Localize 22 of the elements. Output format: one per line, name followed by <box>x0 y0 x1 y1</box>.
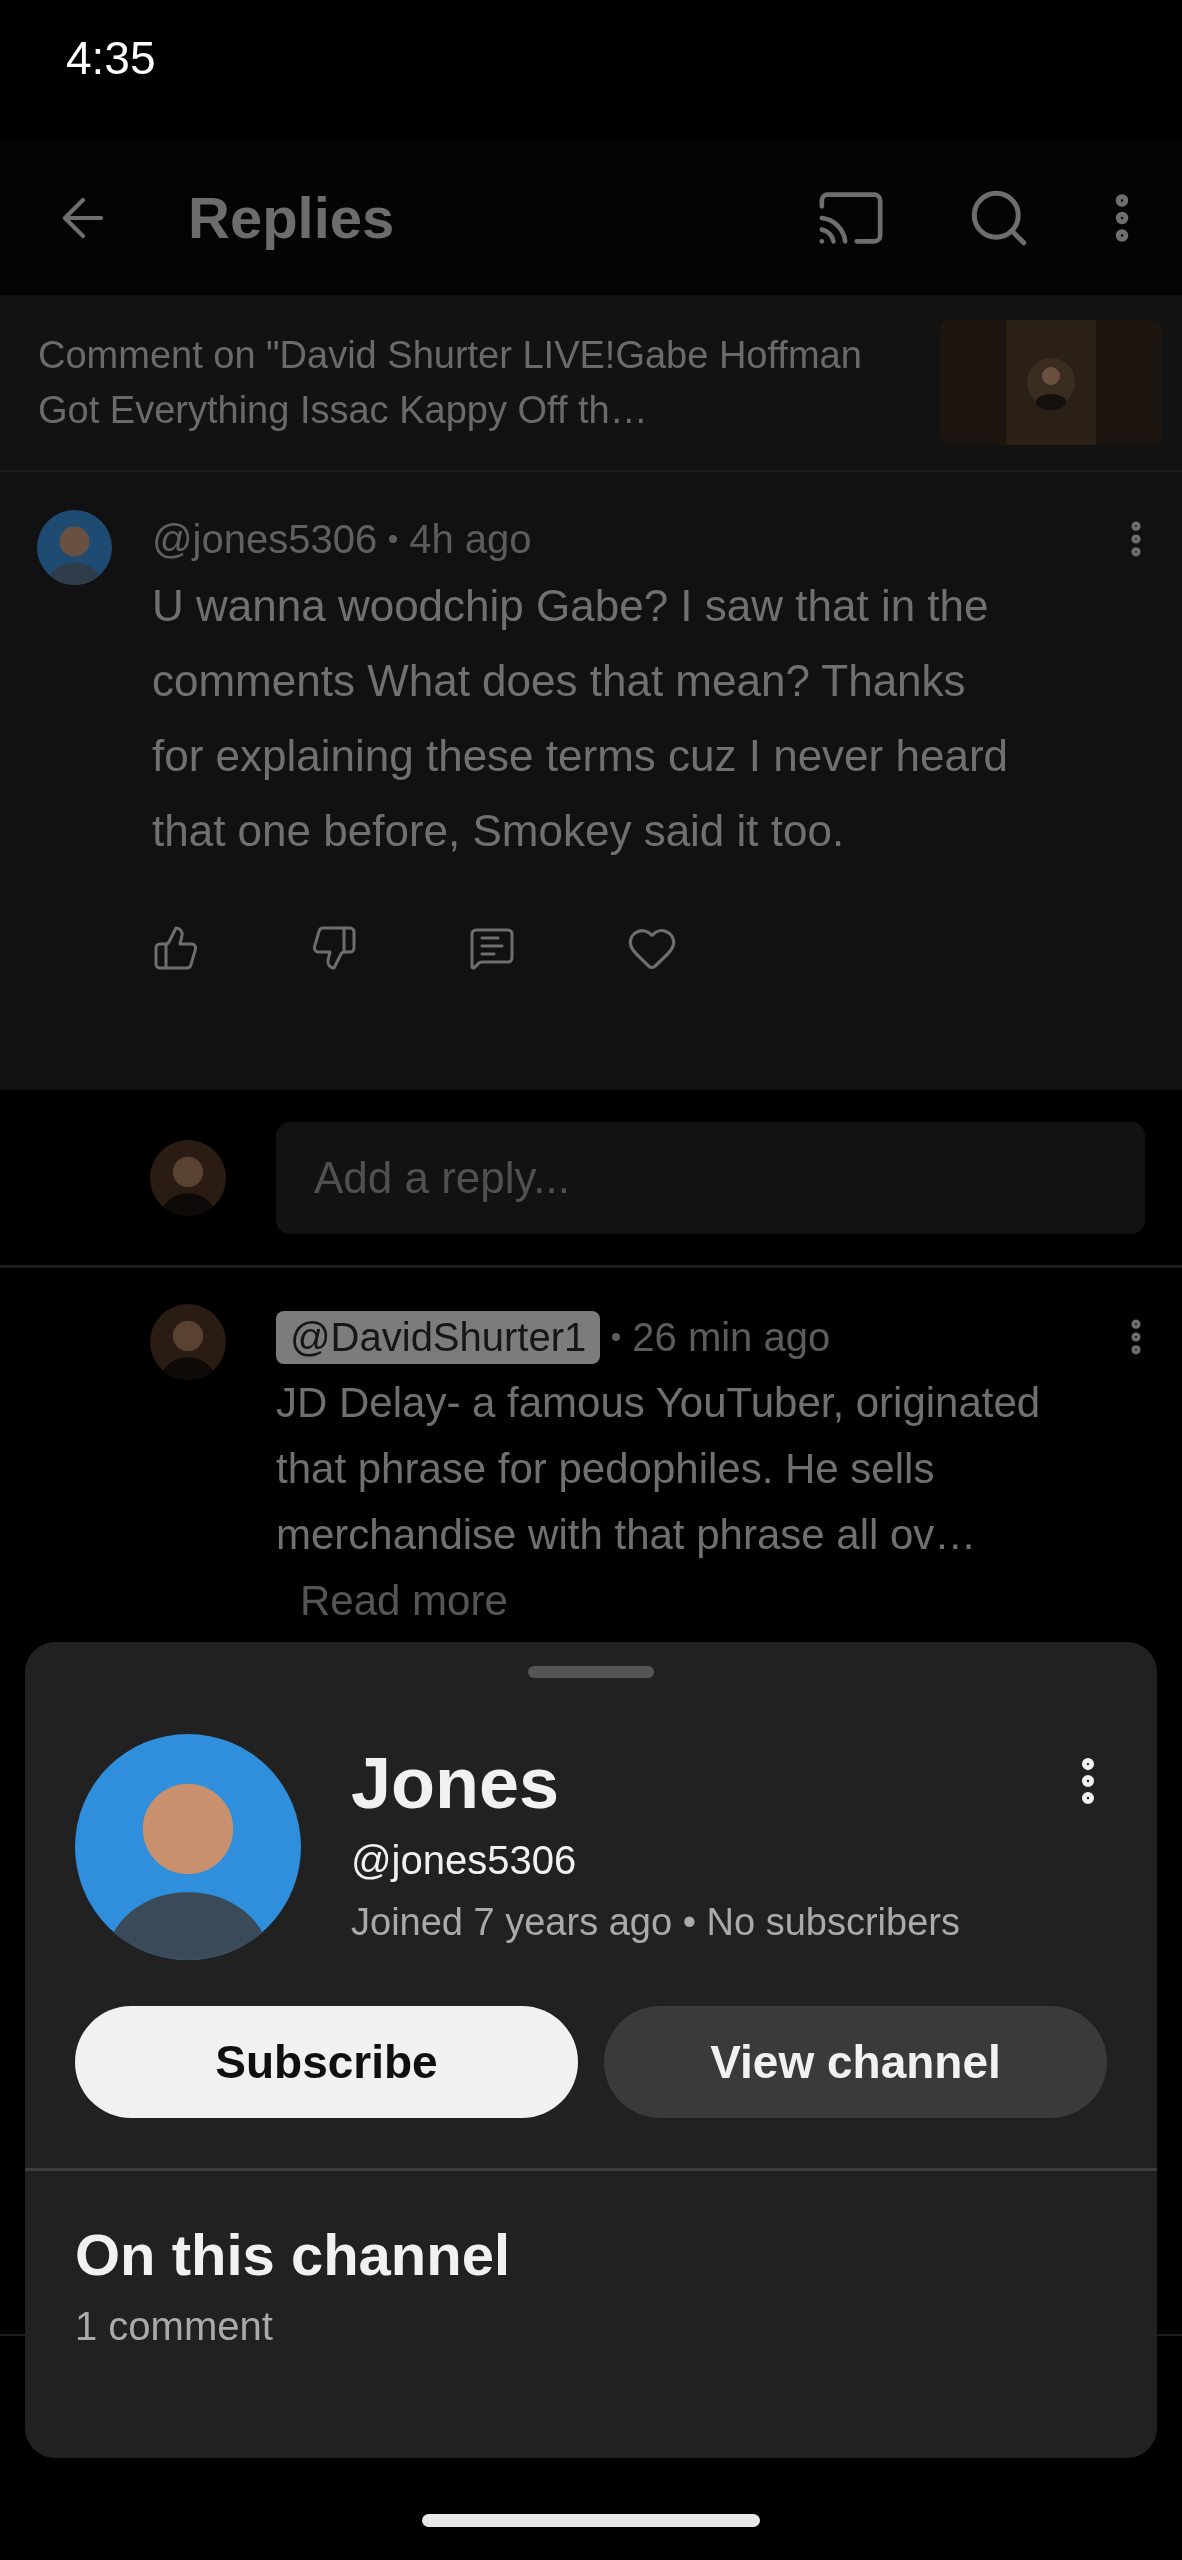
read-more-link[interactable]: Read more <box>300 1577 508 1624</box>
view-channel-button[interactable]: View channel <box>604 2006 1107 2118</box>
section-title: On this channel <box>75 2221 512 2288</box>
thumbs-up-icon[interactable] <box>152 924 200 972</box>
drag-handle[interactable] <box>528 1666 654 1678</box>
comment-count[interactable]: 1 comment <box>75 2304 1157 2349</box>
comment-author[interactable]: @jones5306 <box>152 516 378 562</box>
channel-stats: Joined 7 years ago • No subscribers <box>351 1901 961 1944</box>
reply-text: JD Delay- a famous YouTuber, originated that phrase for pedophiles. He sells merchandise with that phrase all ov… Read more <box>276 1378 1042 1626</box>
thumbs-down-icon[interactable] <box>310 924 358 972</box>
separator-dot <box>389 535 398 543</box>
separator-dot <box>612 1333 621 1341</box>
channel-name: Jones <box>351 1742 561 1824</box>
reply-time: 26 min ago <box>632 1314 832 1360</box>
reply-field[interactable]: Add a reply... <box>276 1121 1145 1234</box>
comment-text: U wanna woodchip Gabe? I saw that in the comments What does that mean? Thanks for explaining these terms cuz I never heard that one before, Smokey said it too. <box>152 580 1009 857</box>
reply-author[interactable]: @DavidShurter1 <box>276 1310 601 1364</box>
page-title: Replies <box>188 184 396 251</box>
channel-handle: @jones5306 <box>351 1838 578 1883</box>
status-time: 4:35 <box>66 31 156 85</box>
comment-time: 4h ago <box>409 516 533 562</box>
subscribe-button[interactable]: Subscribe <box>75 2006 578 2118</box>
